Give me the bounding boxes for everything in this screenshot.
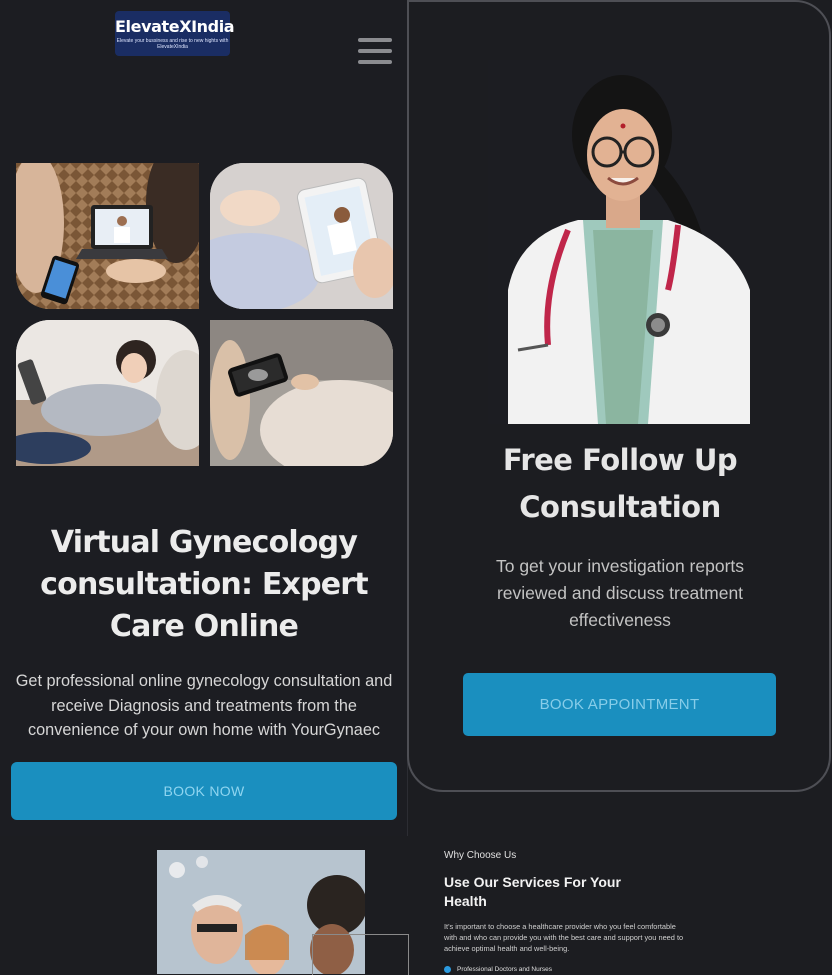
services-description: It's important to choose a healthcare pr… <box>444 922 684 953</box>
tablet-doctor-image <box>210 163 393 309</box>
followup-title: Free Follow Up Consultation <box>502 443 738 524</box>
book-appointment-button[interactable]: BOOK APPOINTMENT <box>463 673 776 736</box>
book-now-button[interactable]: BOOK NOW <box>11 762 397 820</box>
hero-title: Virtual Gynecology consultation: Expert … <box>40 525 368 644</box>
hero-panel: ElevateXIndia Elevate your bussiness and… <box>0 0 408 836</box>
doctor-portrait <box>488 60 750 424</box>
hero-image-grid <box>16 163 393 467</box>
services-title: Use Our Services For Your Health <box>444 874 621 909</box>
laptop-consultation-image <box>16 163 199 309</box>
brand-tagline: Elevate your bussiness and rise to new h… <box>116 38 229 50</box>
image-frame-decoration <box>312 934 409 975</box>
hero-description: Get professional online gynecology consu… <box>15 672 393 739</box>
check-circle-icon <box>444 966 451 973</box>
brand-name: ElevateXIndia <box>115 17 235 36</box>
service-item-label: Professional Doctors and Nurses <box>457 966 553 974</box>
followup-description: To get your investigation reports review… <box>495 556 745 630</box>
brand-logo[interactable]: ElevateXIndia Elevate your bussiness and… <box>115 11 235 56</box>
pregnant-woman-tablet-image <box>16 320 199 466</box>
why-choose-eyebrow: Why Choose Us <box>444 850 517 861</box>
service-list-item: Professional Doctors and Nurses <box>444 966 552 973</box>
hamburger-menu-icon[interactable] <box>358 38 392 64</box>
ultrasound-phone-image <box>210 320 393 466</box>
